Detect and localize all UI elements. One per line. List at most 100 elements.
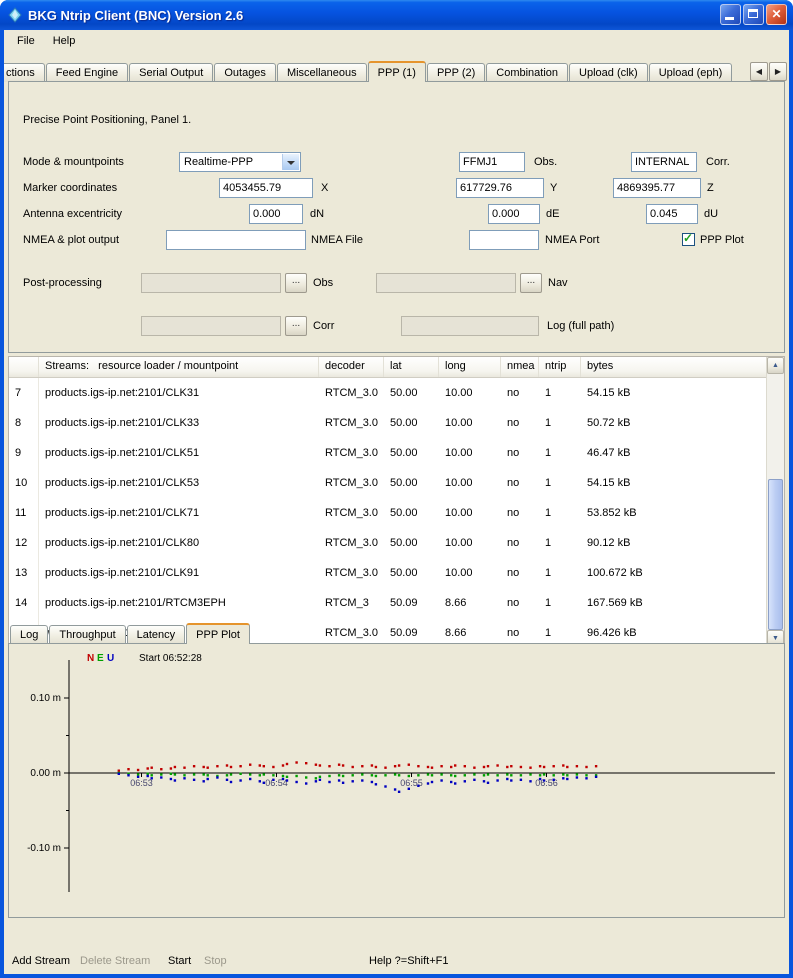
post-log-label: Log (full path) bbox=[547, 316, 614, 336]
tab-latency[interactable]: Latency bbox=[127, 625, 186, 644]
tab-ppp1[interactable]: PPP (1) bbox=[368, 61, 426, 82]
svg-text:06:54: 06:54 bbox=[265, 778, 288, 788]
antenna-dn-label: dN bbox=[310, 204, 324, 224]
nmea-file-input[interactable] bbox=[166, 230, 306, 250]
post-nav-browse-button[interactable]: ... bbox=[520, 273, 542, 293]
column-header[interactable]: bytes bbox=[581, 357, 769, 377]
cell-nmea: no bbox=[501, 498, 539, 528]
app-icon bbox=[7, 7, 23, 23]
cell-long: 10.00 bbox=[439, 528, 501, 558]
status-bar: Add Stream Delete Stream Start Stop Help… bbox=[4, 948, 789, 974]
tab-scroll-left-button[interactable]: ◀ bbox=[750, 62, 768, 81]
delete-stream-button: Delete Stream bbox=[80, 948, 150, 974]
help-hint: Help ?=Shift+F1 bbox=[369, 948, 449, 974]
post-corr-label: Corr bbox=[313, 316, 334, 336]
mode-combobox[interactable]: Realtime-PPP bbox=[179, 152, 301, 172]
tab-scroll-right-button[interactable]: ▶ bbox=[769, 62, 787, 81]
stream-row[interactable]: 11products.igs-ip.net:2101/CLK71RTCM_3.0… bbox=[9, 498, 784, 528]
tab-combination[interactable]: Combination bbox=[486, 63, 568, 82]
ppp-plot-chart: 0.10 m0.00 m-0.10 m06:5306:5406:5506:56N… bbox=[9, 644, 784, 917]
column-header[interactable]: lat bbox=[384, 357, 439, 377]
cell-bytes: 54.15 kB bbox=[581, 378, 769, 408]
client-area: File Help ctions Feed Engine Serial Outp… bbox=[4, 30, 789, 974]
tab-corrections[interactable]: ctions bbox=[4, 63, 45, 82]
cell-mountpoint: products.igs-ip.net:2101/CLK71 bbox=[39, 498, 319, 528]
antenna-de-label: dE bbox=[546, 204, 559, 224]
stream-row[interactable]: 14products.igs-ip.net:2101/RTCM3EPHRTCM_… bbox=[9, 588, 784, 618]
maximize-button[interactable] bbox=[743, 4, 764, 25]
column-header[interactable]: Streams: resource loader / mountpoint bbox=[39, 357, 319, 377]
ppp-plot-checkbox[interactable]: ✓ bbox=[682, 233, 695, 246]
column-header[interactable]: ntrip bbox=[539, 357, 581, 377]
svg-text:N: N bbox=[87, 653, 94, 664]
title-bar[interactable]: BKG Ntrip Client (BNC) Version 2.6 ✕ bbox=[0, 0, 793, 30]
svg-text:0.10 m: 0.10 m bbox=[30, 693, 61, 704]
cell-lat: 50.00 bbox=[384, 498, 439, 528]
tab-ppp-plot[interactable]: PPP Plot bbox=[186, 623, 250, 644]
column-header[interactable]: nmea bbox=[501, 357, 539, 377]
cell-num: 13 bbox=[9, 558, 39, 588]
cell-num: 12 bbox=[9, 528, 39, 558]
menu-help[interactable]: Help bbox=[44, 32, 85, 50]
column-header[interactable]: long bbox=[439, 357, 501, 377]
post-corr-browse-button[interactable]: ... bbox=[285, 316, 307, 336]
nmea-port-input[interactable] bbox=[469, 230, 539, 250]
antenna-dn-input[interactable] bbox=[249, 204, 303, 224]
stream-row[interactable]: 12products.igs-ip.net:2101/CLK80RTCM_3.0… bbox=[9, 528, 784, 558]
corr-mountpoint-input[interactable] bbox=[631, 152, 697, 172]
marker-x-input[interactable] bbox=[219, 178, 313, 198]
mode-combobox-value: Realtime-PPP bbox=[184, 153, 253, 171]
tab-upload-eph[interactable]: Upload (eph) bbox=[649, 63, 733, 82]
menu-file[interactable]: File bbox=[8, 32, 44, 50]
cell-mountpoint: products.igs-ip.net:2101/CLK31 bbox=[39, 378, 319, 408]
tab-serial-output[interactable]: Serial Output bbox=[129, 63, 213, 82]
svg-text:06:53: 06:53 bbox=[130, 778, 153, 788]
stream-row[interactable]: 8products.igs-ip.net:2101/CLK33RTCM_3.05… bbox=[9, 408, 784, 438]
marker-label: Marker coordinates bbox=[23, 178, 117, 198]
cell-bytes: 90.12 kB bbox=[581, 528, 769, 558]
nmea-file-label: NMEA File bbox=[311, 230, 363, 250]
cell-decoder: RTCM_3.0 bbox=[319, 498, 384, 528]
antenna-de-input[interactable] bbox=[488, 204, 540, 224]
antenna-du-input[interactable] bbox=[646, 204, 698, 224]
marker-y-input[interactable] bbox=[456, 178, 544, 198]
cell-mountpoint: products.igs-ip.net:2101/CLK53 bbox=[39, 468, 319, 498]
scroll-up-icon[interactable]: ▲ bbox=[767, 357, 784, 374]
close-button[interactable]: ✕ bbox=[766, 4, 787, 25]
cell-nmea: no bbox=[501, 558, 539, 588]
cell-lat: 50.00 bbox=[384, 468, 439, 498]
chevron-down-icon[interactable] bbox=[282, 154, 299, 170]
cell-decoder: RTCM_3.0 bbox=[319, 468, 384, 498]
obs-mountpoint-input[interactable] bbox=[459, 152, 525, 172]
tab-upload-clk[interactable]: Upload (clk) bbox=[569, 63, 648, 82]
marker-z-input[interactable] bbox=[613, 178, 701, 198]
post-obs-browse-button[interactable]: ... bbox=[285, 273, 307, 293]
tab-feed-engine[interactable]: Feed Engine bbox=[46, 63, 128, 82]
post-nav-label: Nav bbox=[548, 273, 568, 293]
tab-ppp2[interactable]: PPP (2) bbox=[427, 63, 485, 82]
cell-num: 8 bbox=[9, 408, 39, 438]
tab-miscellaneous[interactable]: Miscellaneous bbox=[277, 63, 367, 82]
stream-row[interactable]: 9products.igs-ip.net:2101/CLK51RTCM_3.05… bbox=[9, 438, 784, 468]
cell-ntrip: 1 bbox=[539, 528, 581, 558]
table-scrollbar[interactable]: ▲ ▼ bbox=[766, 357, 784, 647]
cell-num: 14 bbox=[9, 588, 39, 618]
marker-x-label: X bbox=[321, 178, 328, 198]
cell-bytes: 100.672 kB bbox=[581, 558, 769, 588]
tab-outages[interactable]: Outages bbox=[214, 63, 276, 82]
add-stream-button[interactable]: Add Stream bbox=[12, 948, 70, 974]
minimize-button[interactable] bbox=[720, 4, 741, 25]
stream-row[interactable]: 10products.igs-ip.net:2101/CLK53RTCM_3.0… bbox=[9, 468, 784, 498]
stream-row[interactable]: 13products.igs-ip.net:2101/CLK91RTCM_3.0… bbox=[9, 558, 784, 588]
row-number-header[interactable] bbox=[9, 357, 39, 377]
post-corr-input bbox=[141, 316, 281, 336]
tab-throughput[interactable]: Throughput bbox=[49, 625, 125, 644]
cell-mountpoint: products.igs-ip.net:2101/CLK91 bbox=[39, 558, 319, 588]
scrollbar-thumb[interactable] bbox=[768, 479, 783, 630]
cell-long: 10.00 bbox=[439, 378, 501, 408]
tab-log[interactable]: Log bbox=[10, 625, 48, 644]
column-header[interactable]: decoder bbox=[319, 357, 384, 377]
stream-row[interactable]: 7products.igs-ip.net:2101/CLK31RTCM_3.05… bbox=[9, 378, 784, 408]
start-button[interactable]: Start bbox=[168, 948, 191, 974]
cell-bytes: 54.15 kB bbox=[581, 468, 769, 498]
